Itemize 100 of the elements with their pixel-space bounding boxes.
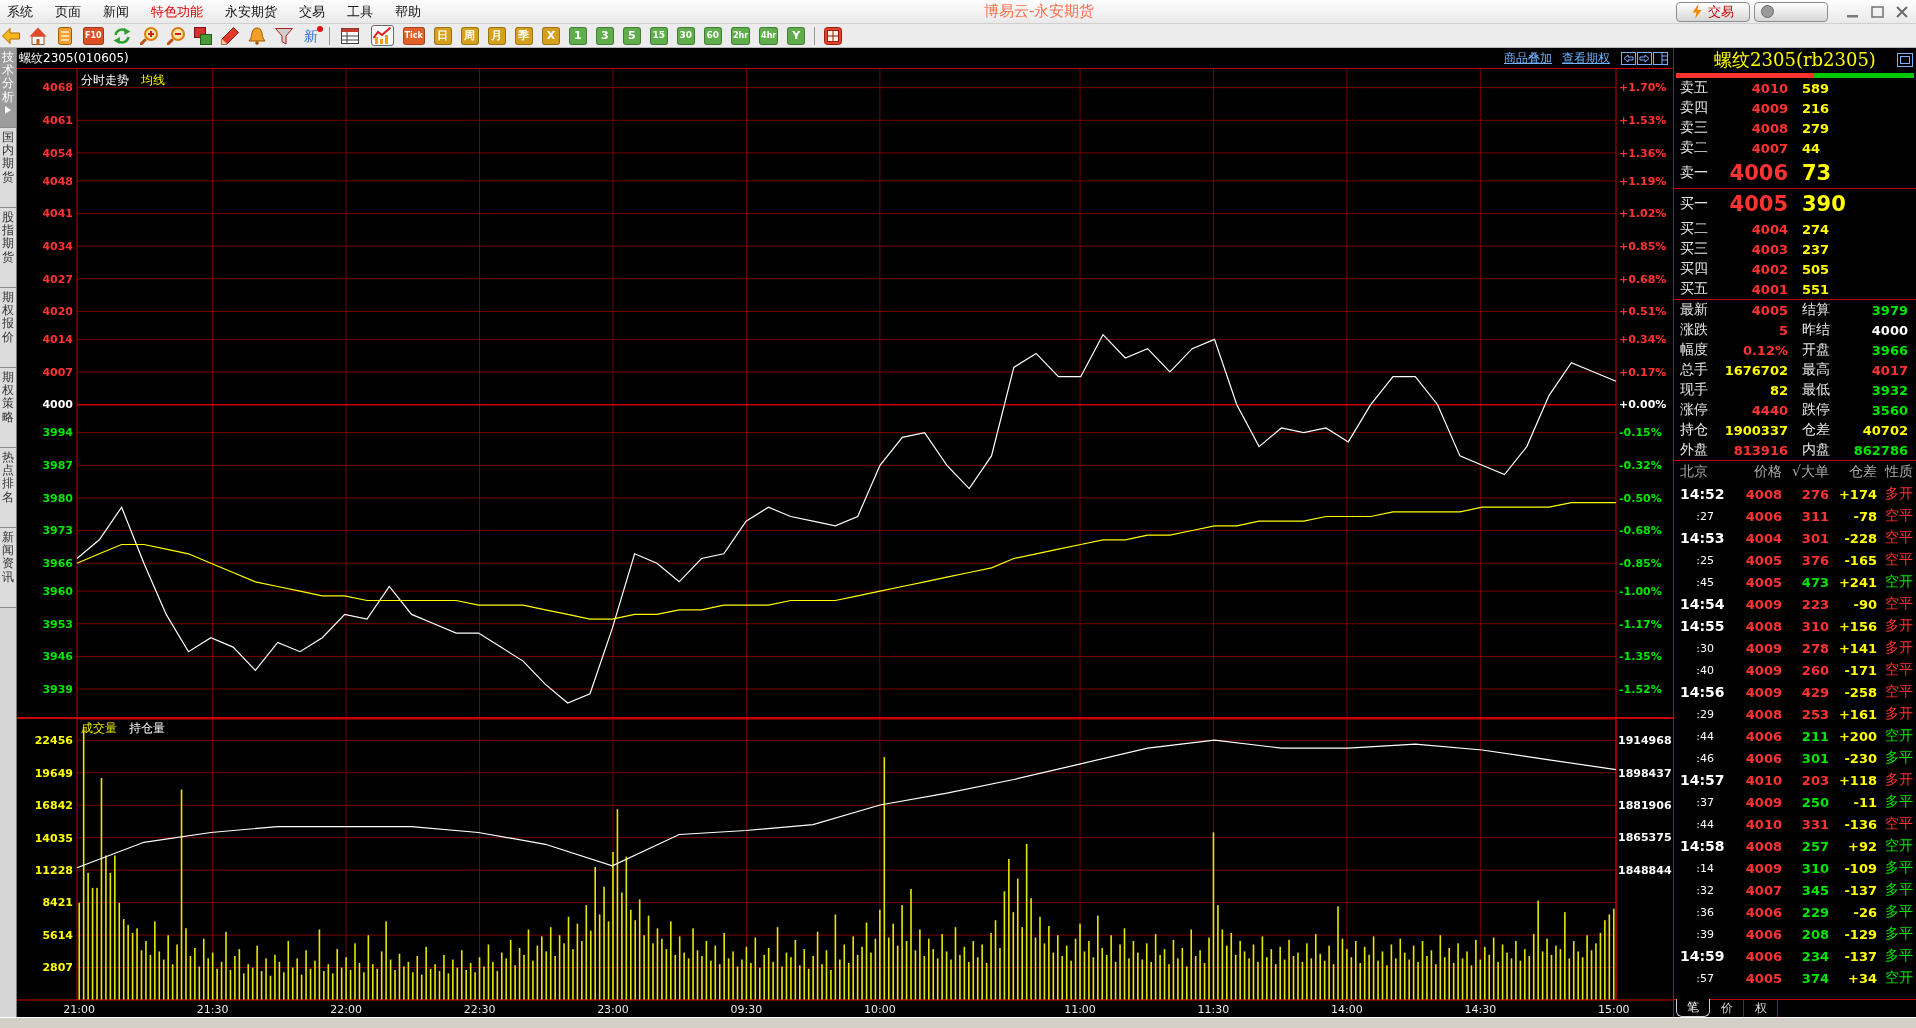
trade-button[interactable]: 交易 bbox=[1676, 1, 1750, 22]
trade-time: 14:57 bbox=[1680, 772, 1726, 788]
percent-axis-label: +1.19% bbox=[1619, 174, 1667, 188]
info-button[interactable]: F10 bbox=[83, 26, 104, 45]
menu-item[interactable]: 永安期货 bbox=[225, 2, 277, 21]
stat-value: 3979 bbox=[1870, 302, 1908, 318]
price-axis-label: 4041 bbox=[42, 207, 73, 221]
layout-icon[interactable] bbox=[1653, 51, 1668, 65]
percent-axis-label: +0.68% bbox=[1619, 272, 1667, 286]
trade-oi-change: -136 bbox=[1843, 816, 1877, 832]
column-header: 仓差 bbox=[1848, 463, 1877, 481]
trade-oi-change: -26 bbox=[1852, 904, 1877, 920]
trade-price: 4009 bbox=[1744, 684, 1782, 700]
menu-item[interactable]: 交易 bbox=[299, 2, 325, 21]
trade-nature: 空开 bbox=[1884, 573, 1914, 591]
stat-label: 总手 bbox=[1680, 361, 1709, 379]
volume-axis-label: 19649 bbox=[34, 766, 73, 780]
menu-item[interactable]: 页面 bbox=[55, 2, 81, 21]
open-interest-axis-label: 1848844 bbox=[1618, 863, 1672, 877]
menu-item[interactable]: 特色功能 bbox=[151, 2, 203, 21]
notebook-icon[interactable] bbox=[56, 26, 74, 45]
open-interest-axis-label: 1881906 bbox=[1618, 799, 1672, 812]
sidebar-tab[interactable]: 期权报价 bbox=[0, 288, 16, 368]
order-price: 4005 bbox=[1728, 192, 1788, 216]
back-arrow-icon[interactable] bbox=[2, 26, 20, 45]
sidebar-tab[interactable]: 技术分析 bbox=[0, 48, 16, 128]
sidebar-tab[interactable]: 热点排名 bbox=[0, 448, 16, 528]
view-button[interactable] bbox=[338, 25, 362, 46]
period-button[interactable]: 2hr bbox=[730, 26, 751, 45]
trade-volume: 208 bbox=[1800, 926, 1829, 942]
trade-time: :57 bbox=[1695, 971, 1715, 985]
trade-nature: 多平 bbox=[1884, 947, 1914, 965]
percent-axis-label: +0.00% bbox=[1619, 398, 1667, 412]
lightning-icon bbox=[1692, 4, 1702, 19]
trade-time: :44 bbox=[1695, 729, 1715, 743]
period-button[interactable]: 1 bbox=[568, 26, 587, 45]
header-link[interactable]: 商品叠加 bbox=[1504, 49, 1552, 67]
period-button[interactable]: 4hr bbox=[759, 26, 779, 45]
order-price: 4008 bbox=[1750, 120, 1788, 136]
menu-item[interactable]: 帮助 bbox=[395, 2, 421, 21]
menu-item[interactable]: 工具 bbox=[347, 2, 373, 21]
trade-nature: 多开 bbox=[1884, 617, 1914, 635]
header-link[interactable]: 查看期权 bbox=[1562, 49, 1610, 67]
order-price: 4009 bbox=[1750, 100, 1788, 116]
period-button[interactable]: 60 bbox=[703, 26, 722, 45]
grid-icon[interactable] bbox=[824, 26, 843, 45]
trade-oi-change: -90 bbox=[1852, 596, 1877, 612]
trade-oi-change: -137 bbox=[1843, 882, 1877, 898]
period-button[interactable]: 3 bbox=[595, 26, 614, 45]
trade-price: 4006 bbox=[1744, 750, 1782, 766]
period-button[interactable]: Y bbox=[787, 26, 806, 45]
news-button[interactable]: 新 bbox=[301, 26, 320, 45]
trade-time: :46 bbox=[1695, 751, 1715, 765]
volume-axis-label: 5614 bbox=[42, 928, 73, 942]
title-icon-button[interactable] bbox=[1754, 1, 1828, 22]
maximize-icon[interactable] bbox=[1897, 53, 1913, 67]
trade-time: :36 bbox=[1695, 905, 1715, 919]
stat-label: 开盘 bbox=[1801, 341, 1831, 359]
sidebar-tab[interactable]: 国内期货 bbox=[0, 128, 16, 208]
period-button[interactable]: 15 bbox=[649, 26, 668, 45]
refresh-icon[interactable] bbox=[112, 26, 131, 45]
sidebar-tab[interactable]: 期权策略 bbox=[0, 368, 16, 448]
panel-tab[interactable]: 笔 bbox=[1676, 999, 1710, 1017]
home-icon[interactable] bbox=[29, 26, 47, 45]
sidebar-tab[interactable]: 股指期货 bbox=[0, 208, 16, 288]
percent-axis-label: -0.32% bbox=[1619, 459, 1662, 473]
percent-axis-label: +1.02% bbox=[1619, 207, 1667, 221]
trade-price: 4005 bbox=[1744, 552, 1782, 568]
stat-value: 862786 bbox=[1852, 442, 1908, 458]
menu-item[interactable]: 新闻 bbox=[103, 2, 129, 21]
price-axis-label: 3939 bbox=[42, 682, 73, 696]
zoom-in-icon[interactable] bbox=[139, 26, 158, 45]
legend-label: 均线 bbox=[141, 72, 165, 89]
chart-title: 螺纹2305(010605) bbox=[19, 49, 129, 67]
trade-time: 14:59 bbox=[1680, 948, 1726, 964]
view-button[interactable] bbox=[370, 25, 394, 46]
menu-item[interactable]: 系统 bbox=[7, 2, 33, 21]
pencil-icon[interactable] bbox=[220, 26, 239, 45]
close-icon[interactable] bbox=[1896, 5, 1908, 18]
right-arrow-icon[interactable] bbox=[1637, 51, 1652, 65]
trade-volume: 310 bbox=[1800, 618, 1829, 634]
overlapping-windows-icon[interactable] bbox=[193, 26, 212, 45]
trade-price: 4009 bbox=[1744, 860, 1782, 876]
trade-time: :14 bbox=[1695, 861, 1715, 875]
order-level-label: 卖二 bbox=[1680, 139, 1709, 157]
period-button[interactable]: Tick bbox=[402, 26, 425, 45]
left-arrow-icon[interactable] bbox=[1621, 51, 1636, 65]
volume-axis-label: 8421 bbox=[42, 896, 73, 910]
bell-icon[interactable] bbox=[247, 26, 266, 45]
trade-oi-change: -129 bbox=[1843, 926, 1877, 942]
time-axis-label: 21:00 bbox=[63, 1002, 96, 1016]
filter-icon[interactable] bbox=[274, 26, 293, 45]
period-button[interactable]: 30 bbox=[676, 26, 695, 45]
zoom-out-icon[interactable] bbox=[166, 26, 185, 45]
trade-time: :44 bbox=[1695, 817, 1715, 831]
stat-label: 涨停 bbox=[1680, 401, 1709, 419]
trade-price: 4006 bbox=[1744, 926, 1782, 942]
period-button[interactable]: 5 bbox=[622, 26, 641, 45]
sidebar-tab[interactable]: 新闻资讯 bbox=[0, 528, 16, 608]
trade-time: :40 bbox=[1695, 663, 1715, 677]
